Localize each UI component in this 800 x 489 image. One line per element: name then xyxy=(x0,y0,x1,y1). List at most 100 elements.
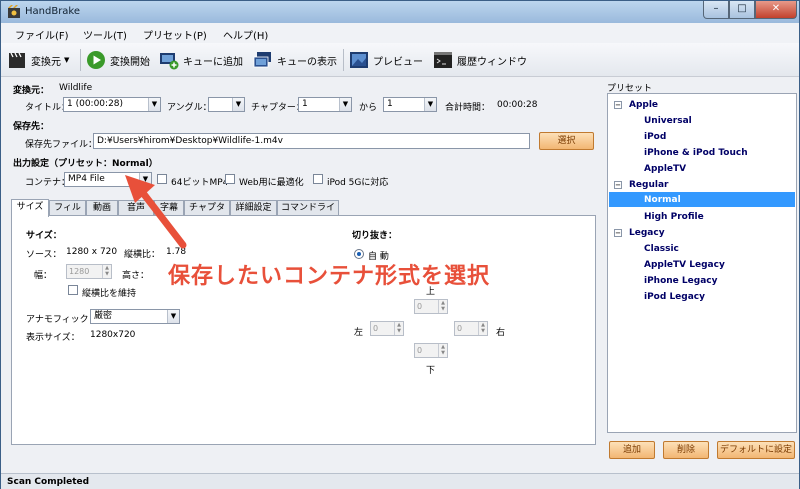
tab-video[interactable]: 動画 xyxy=(86,200,118,216)
preview-button[interactable]: プレビュー xyxy=(349,49,423,71)
source-name: Wildlife xyxy=(59,83,93,93)
activity-log-label: 履歴ウィンドウ xyxy=(457,56,527,68)
height-label: 高さ： xyxy=(122,271,150,281)
menu-bar: ファイル(F) ツール(T) プリセット(P) ヘルプ(H) xyxy=(1,23,799,43)
show-queue-button[interactable]: キューの表示 xyxy=(253,49,337,71)
handbrake-app-icon xyxy=(8,5,20,18)
add-to-queue-icon xyxy=(160,53,179,70)
crop-right-value: 0 xyxy=(457,324,463,333)
preset-group-legacy[interactable]: − Legacy xyxy=(614,228,665,238)
spin-arrows-icon: ▲ ▼ xyxy=(394,322,403,335)
toolbar-separator xyxy=(80,49,81,71)
title-bar: HandBrake – □ ✕ xyxy=(1,1,799,23)
preset-item[interactable]: Classic xyxy=(644,244,679,254)
angle-select[interactable]: ▼ xyxy=(208,97,245,112)
remove-preset-button[interactable]: 削除 xyxy=(663,441,709,459)
start-button[interactable]: 変換開始 xyxy=(86,49,150,71)
annotation-arrow xyxy=(125,175,187,249)
preset-item[interactable]: Universal xyxy=(644,116,692,126)
close-button[interactable]: ✕ xyxy=(755,1,797,19)
menu-file[interactable]: ファイル(F) xyxy=(15,27,69,42)
web-optimized-label: Web用に最適化 xyxy=(239,178,304,188)
title-select[interactable]: 1 (00:00:28) ▼ xyxy=(63,97,161,112)
tab-filters[interactable]: フィルタ xyxy=(49,200,86,227)
anamorphic-label: アナモフィック： xyxy=(26,315,98,325)
tab-picture[interactable]: サイズ xyxy=(11,199,49,217)
crop-bottom-stepper[interactable]: 0 ▲ ▼ xyxy=(414,343,448,358)
crop-left-stepper[interactable]: 0 ▲ ▼ xyxy=(370,321,404,336)
tab-advanced[interactable]: 詳細設定 xyxy=(230,200,277,216)
crop-top-stepper[interactable]: 0 ▲ ▼ xyxy=(414,299,448,314)
angle-label: アングル： xyxy=(167,103,212,113)
source-button[interactable]: 変換元 ▼ xyxy=(7,49,69,71)
title-select-value: 1 (00:00:28) xyxy=(67,99,124,109)
anamorphic-value: 厳密 xyxy=(94,311,113,321)
set-default-button[interactable]: デフォルトに設定 xyxy=(717,441,795,459)
add-preset-button[interactable]: 追加 xyxy=(609,441,655,459)
destination-section-label: 保存先： xyxy=(13,122,50,132)
width-stepper[interactable]: 1280 ▲ ▼ xyxy=(66,264,112,279)
collapse-icon[interactable]: − xyxy=(614,101,622,109)
preset-item[interactable]: AppleTV Legacy xyxy=(644,260,725,270)
collapse-icon[interactable]: − xyxy=(614,229,622,237)
terminal-icon xyxy=(434,52,452,68)
chapter-to-select[interactable]: 1 ▼ xyxy=(383,97,437,112)
toolbar-separator xyxy=(343,49,344,71)
activity-log-button[interactable]: 履歴ウィンドウ xyxy=(433,49,527,71)
ipod-5g-label: iPod 5Gに対応 xyxy=(327,178,389,188)
duration-label: 合計時間： xyxy=(445,103,491,113)
spin-arrows-icon: ▲ ▼ xyxy=(438,344,447,357)
browse-button[interactable]: 選択 xyxy=(539,132,594,150)
destination-file-input[interactable]: D:¥Users¥hirom¥Desktop¥Wildlife-1.m4v xyxy=(93,133,530,149)
menu-tools[interactable]: ツール(T) xyxy=(83,27,127,42)
to-label: から xyxy=(359,103,378,113)
duration-value: 00:00:28 xyxy=(497,100,538,110)
crop-right-stepper[interactable]: 0 ▲ ▼ xyxy=(454,321,488,336)
crop-bottom-value: 0 xyxy=(417,346,423,355)
chevron-down-icon: ▼ xyxy=(232,98,244,111)
chevron-down-icon: ▼ xyxy=(167,310,179,323)
preset-item[interactable]: iPod xyxy=(644,132,666,142)
preset-item[interactable]: iPhone Legacy xyxy=(644,276,717,286)
add-queue-label: キューに追加 xyxy=(183,56,243,68)
preset-group-apple[interactable]: − Apple xyxy=(614,100,658,110)
spin-arrows-icon: ▲ ▼ xyxy=(438,300,447,313)
menu-help[interactable]: ヘルプ(H) xyxy=(223,27,268,42)
keep-aspect-checkbox[interactable] xyxy=(68,285,78,295)
collapse-icon[interactable]: − xyxy=(614,181,622,189)
preset-item[interactable]: iPhone & iPod Touch xyxy=(644,148,748,158)
preset-tree: − Apple Universal iPod iPhone & iPod Touc… xyxy=(607,93,797,433)
web-optimized-checkbox[interactable] xyxy=(225,174,235,184)
preview-icon xyxy=(350,52,368,68)
add-queue-button[interactable]: キューに追加 xyxy=(159,49,243,71)
crop-left-label: 左 xyxy=(354,328,364,338)
toolbar: 変換元 ▼ 変換開始 キューに追加 キューの表示 プレビュー 履歴ウィンドウ xyxy=(1,43,799,77)
annotation-text: 保存したいコンテナ形式を選択 xyxy=(168,264,491,289)
minimize-button[interactable]: – xyxy=(703,1,729,19)
selection-highlight xyxy=(609,192,795,207)
preset-group-regular[interactable]: − Regular xyxy=(614,180,668,190)
preset-item[interactable]: AppleTV xyxy=(644,164,686,174)
spin-arrows-icon: ▲ ▼ xyxy=(478,322,487,335)
tab-command-line[interactable]: コマンドライン xyxy=(277,200,339,227)
preset-group-label: Legacy xyxy=(629,228,665,238)
chevron-down-icon: ▼ xyxy=(148,98,160,111)
spin-arrows-icon: ▲ ▼ xyxy=(102,265,111,278)
destination-file-label: 保存先ファイル： xyxy=(25,140,98,150)
size-section-label: サイズ： xyxy=(26,231,62,241)
anamorphic-select[interactable]: 厳密 ▼ xyxy=(90,309,180,324)
chapter-from-select[interactable]: 1 ▼ xyxy=(298,97,352,112)
ipod-5g-checkbox[interactable] xyxy=(313,174,323,184)
chevron-down-icon: ▼ xyxy=(424,98,436,111)
menu-presets[interactable]: プリセット(P) xyxy=(143,27,207,42)
preset-item[interactable]: iPod Legacy xyxy=(644,292,705,302)
preset-item-selected[interactable]: Normal xyxy=(644,195,681,205)
start-button-label: 変換開始 xyxy=(110,56,150,68)
chapter-from-value: 1 xyxy=(302,99,308,109)
queue-icon xyxy=(253,52,271,68)
preset-item[interactable]: High Profile xyxy=(644,212,704,222)
width-value: 1280 xyxy=(69,267,90,276)
maximize-button[interactable]: □ xyxy=(729,1,755,19)
container-select-value: MP4 File xyxy=(68,174,105,184)
picture-settings-panel: サイズ： ソース： 1280 x 720 縦横比： 1.78 幅： 1280 ▲… xyxy=(11,215,596,445)
